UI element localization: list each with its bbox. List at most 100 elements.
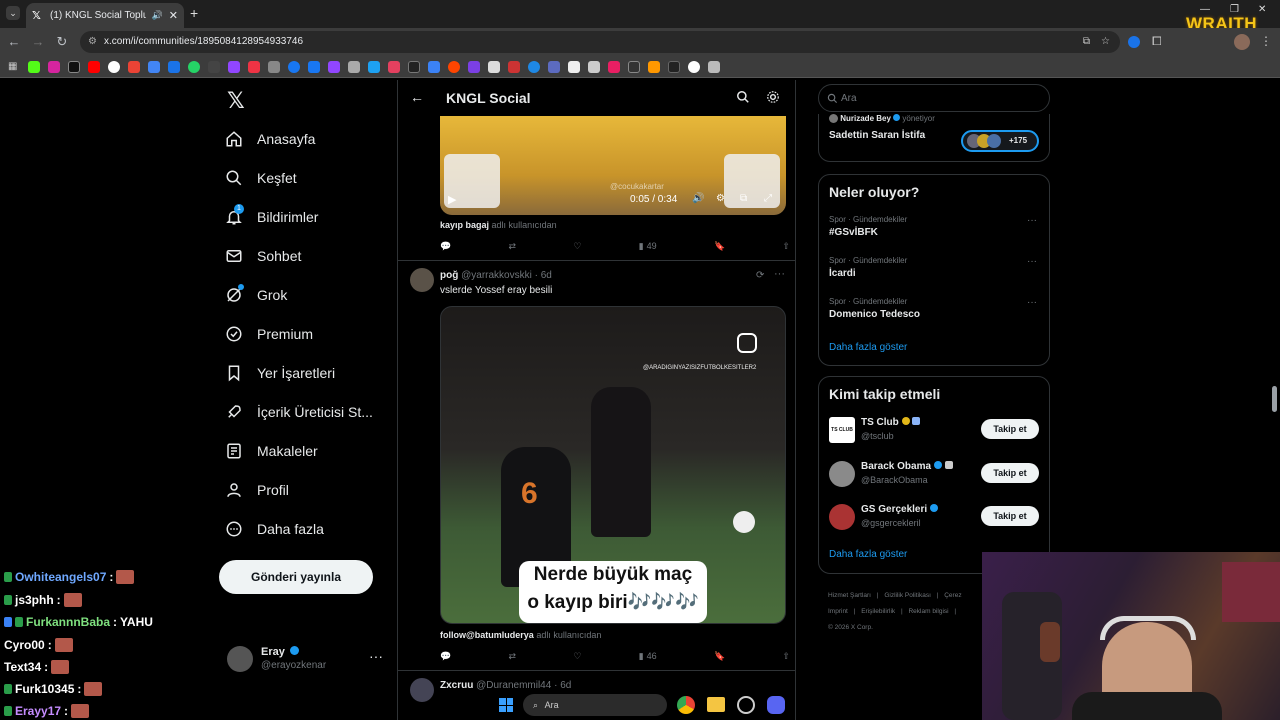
apps-grid-icon[interactable]: ▦: [8, 61, 20, 73]
forward-icon[interactable]: →: [30, 34, 46, 50]
trend-item[interactable]: Spor · Gündemdekiler Domenico Tedesco ··…: [819, 293, 1049, 329]
follow-suggestion[interactable]: TS CLUB TS Club @tsclub Takip et: [819, 415, 1049, 451]
more-dots-icon[interactable]: ···: [774, 268, 785, 280]
reply-icon[interactable]: 💬: [440, 241, 451, 252]
follow-suggestion[interactable]: Barack Obama @BarackObama Takip et: [819, 459, 1049, 495]
bookmark-site-icon[interactable]: [648, 60, 660, 73]
tweet-author-handle[interactable]: @yarrakkovskki: [461, 270, 532, 281]
views-count[interactable]: ▮ 49: [639, 241, 657, 252]
url-field[interactable]: ⚙ x.com/i/communities/189508412895493374…: [80, 31, 1120, 53]
nav-profile[interactable]: Profil: [225, 481, 289, 499]
follow-button[interactable]: Takip et: [981, 506, 1039, 526]
bookmark-site-icon[interactable]: [148, 60, 160, 73]
bookmark-site-icon[interactable]: [248, 60, 260, 73]
bookmark-site-icon[interactable]: [528, 60, 540, 73]
bookmark-site-icon[interactable]: [548, 60, 560, 73]
nav-home[interactable]: Anasayfa: [225, 130, 315, 148]
bookmark-site-icon[interactable]: [468, 60, 480, 73]
search-icon[interactable]: [736, 90, 750, 104]
attribution-user[interactable]: kayıp bagaj: [440, 220, 489, 230]
tweet-author-handle[interactable]: @Duranemmil44: [476, 680, 551, 691]
footer-link[interactable]: Imprint: [828, 608, 848, 615]
bookmark-site-icon[interactable]: [208, 60, 220, 73]
browser-menu-icon[interactable]: ⋮: [1260, 34, 1272, 48]
gear-icon[interactable]: [766, 90, 780, 104]
avatar[interactable]: [410, 268, 434, 292]
more-dots-icon[interactable]: ···: [1027, 215, 1037, 226]
tweet-time[interactable]: · 6d: [535, 270, 552, 281]
discord-taskbar-icon[interactable]: [767, 696, 785, 714]
footer-link[interactable]: Gizlilik Politikası: [884, 592, 931, 599]
bookmark-site-icon[interactable]: [708, 60, 720, 73]
bookmark-youtube-icon[interactable]: [88, 60, 100, 73]
explorer-taskbar-icon[interactable]: [707, 697, 725, 712]
bookmark-site-icon[interactable]: [508, 60, 520, 73]
nav-more[interactable]: Daha fazla: [225, 520, 324, 538]
tweet-media[interactable]: @ARADIGINYAZISIZFUTBOLKESITLER2 6 Nerde …: [440, 306, 786, 624]
grok-icon[interactable]: ⟳: [756, 270, 764, 281]
windows-start-icon[interactable]: [499, 698, 513, 712]
fullscreen-icon[interactable]: ⤢: [764, 193, 772, 204]
bookmark-site-icon[interactable]: [368, 60, 380, 73]
extensions-puzzle-icon[interactable]: ⧠: [1152, 34, 1162, 49]
post-button[interactable]: Gönderi yayınla: [219, 560, 373, 594]
extension-icon[interactable]: [1128, 36, 1140, 48]
x-home-logo-icon[interactable]: 𝕏: [227, 88, 245, 114]
views-count[interactable]: ▮ 46: [639, 651, 657, 662]
bookmark-gmail-icon[interactable]: [128, 60, 140, 73]
volume-icon[interactable]: 🔊: [692, 193, 704, 204]
bookmark-instagram-icon[interactable]: [48, 60, 60, 73]
nav-grok[interactable]: Grok: [225, 284, 287, 304]
bookmark-site-icon[interactable]: [308, 60, 320, 73]
bookmark-translate-icon[interactable]: [168, 60, 180, 73]
footer-link[interactable]: Çerez: [944, 592, 961, 599]
like-icon[interactable]: ♡: [573, 241, 581, 252]
tab-search-button[interactable]: ⌄: [6, 6, 20, 20]
window-close-icon[interactable]: ✕: [1258, 4, 1266, 15]
bookmark-site-icon[interactable]: [288, 60, 300, 73]
follow-button[interactable]: Takip et: [981, 463, 1039, 483]
scrollbar-thumb[interactable]: [1272, 386, 1277, 412]
share-icon[interactable]: ⇧: [782, 241, 790, 252]
retweet-icon[interactable]: ⇄: [509, 651, 517, 662]
follow-button[interactable]: Takip et: [981, 419, 1039, 439]
bookmark-icon[interactable]: 🔖: [714, 651, 725, 662]
bookmark-site-icon[interactable]: [268, 60, 280, 73]
show-more-link[interactable]: Daha fazla göster: [829, 549, 907, 560]
bookmark-site-icon[interactable]: [488, 60, 500, 73]
share-icon[interactable]: ⇧: [782, 651, 790, 662]
account-switcher[interactable]: Eray @erayozkenar ···: [227, 642, 387, 678]
back-arrow-icon[interactable]: ←: [410, 89, 424, 105]
nav-bookmarks[interactable]: Yer İşaretleri: [225, 364, 335, 382]
search-input[interactable]: Ara: [818, 84, 1050, 112]
bookmark-reddit-icon[interactable]: [448, 60, 460, 73]
follow-suggestion[interactable]: GS Gerçekleri @gsgercekleril Takip et: [819, 502, 1049, 538]
install-icon[interactable]: ⧉: [1083, 31, 1090, 53]
more-dots-icon[interactable]: ···: [1027, 256, 1037, 267]
bookmark-site-icon[interactable]: [568, 60, 580, 73]
bookmark-icon[interactable]: 🔖: [714, 241, 725, 252]
retweet-icon[interactable]: ⇄: [509, 241, 517, 252]
nav-articles[interactable]: Makaleler: [225, 442, 318, 460]
bookmark-site-icon[interactable]: [608, 60, 620, 73]
bookmark-site-icon[interactable]: [408, 60, 420, 73]
bookmark-kick-icon[interactable]: [28, 60, 40, 73]
site-info-icon[interactable]: ⚙: [88, 31, 97, 53]
app-taskbar-icon[interactable]: [737, 696, 755, 714]
browser-tab[interactable]: 𝕏 (1) KNGL Social Topluluk / X 🔊 ✕: [26, 3, 184, 28]
bookmark-x-icon[interactable]: [68, 60, 80, 73]
community-card[interactable]: Nurizade Bey yönetiyor Sadettin Saran İs…: [818, 114, 1050, 162]
back-icon[interactable]: ←: [6, 34, 22, 50]
like-icon[interactable]: ♡: [573, 651, 581, 662]
pip-icon[interactable]: ⧉: [740, 193, 747, 204]
nav-creator-studio[interactable]: İçerik Üreticisi St...: [225, 403, 373, 421]
bookmark-site-icon[interactable]: [388, 60, 400, 73]
tweet-author-name[interactable]: Zxcruu: [440, 680, 473, 691]
window-restore-icon[interactable]: ❐: [1230, 4, 1239, 15]
reply-icon[interactable]: 💬: [440, 651, 451, 662]
bookmark-twitch-icon[interactable]: [328, 60, 340, 73]
show-more-link[interactable]: Daha fazla göster: [829, 342, 907, 353]
play-icon[interactable]: ▶: [448, 193, 456, 206]
nav-notifications[interactable]: 1 Bildirimler: [225, 204, 318, 226]
window-minimize-icon[interactable]: —: [1200, 4, 1210, 15]
